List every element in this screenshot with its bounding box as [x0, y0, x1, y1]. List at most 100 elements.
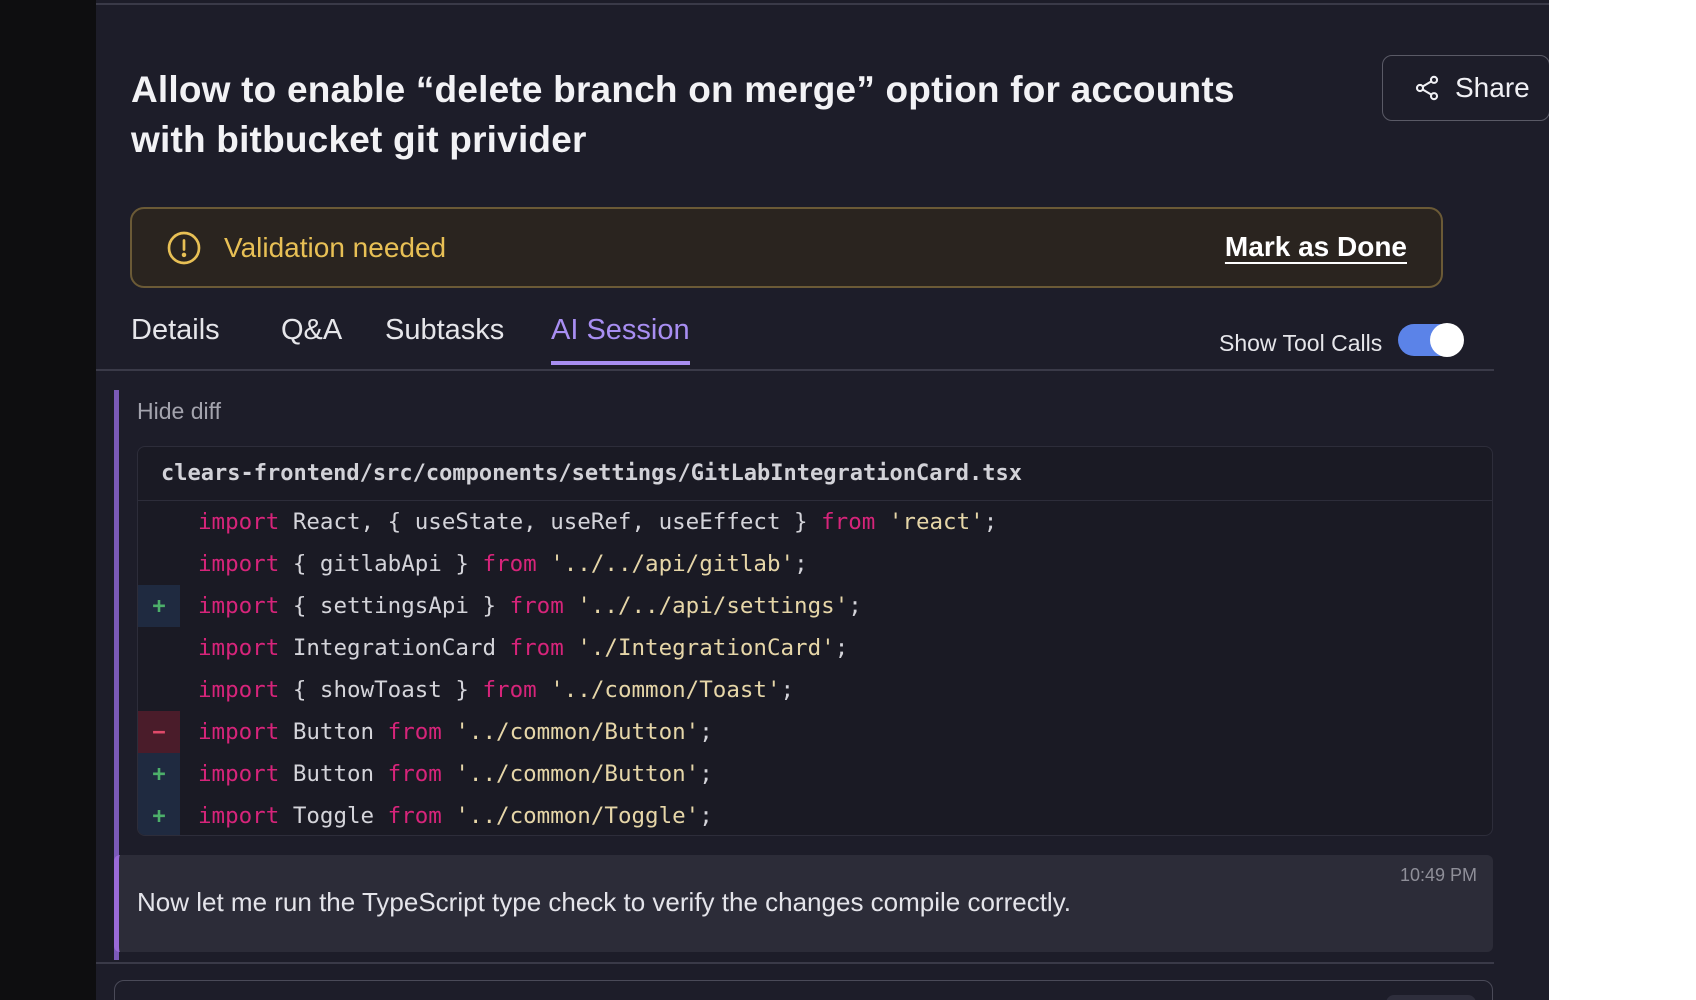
task-title: Allow to enable “delete branch on merge”…: [131, 69, 1235, 160]
code-token: from: [387, 803, 442, 829]
share-label: Share: [1455, 72, 1530, 103]
code-token: { gitlabApi }: [279, 551, 483, 577]
code-token: import: [198, 509, 280, 535]
left-sidebar-strip: [0, 0, 96, 1000]
code-token: { showToast }: [279, 677, 483, 703]
diff-line: + import Button from '../common/Button';: [138, 753, 1492, 795]
code-token: import: [198, 551, 280, 577]
code-token: import: [198, 593, 280, 619]
code-token: '../common/Toggle': [455, 803, 700, 829]
diff-line-code: import React, { useState, useRef, useEff…: [180, 509, 997, 535]
warning-icon: [166, 230, 202, 266]
agent-message: 10:49 PM Now let me run the TypeScript t…: [114, 855, 1493, 952]
code-token: ;: [699, 719, 713, 745]
code-token: from: [387, 761, 442, 787]
code-token: 'react': [888, 509, 984, 535]
code-token: { settingsApi }: [279, 593, 510, 619]
code-token: from: [509, 593, 564, 619]
show-tool-calls-label: Show Tool Calls: [1219, 330, 1383, 356]
diff-line: import { gitlabApi } from '../../api/git…: [138, 543, 1492, 585]
message-timestamp: 10:49 PM: [1399, 865, 1477, 885]
divider: [96, 962, 1494, 964]
validation-message: Validation needed: [224, 231, 447, 263]
diff-line-code: import { gitlabApi } from '../../api/git…: [180, 551, 808, 577]
diff-line-code: import { settingsApi } from '../../api/s…: [180, 593, 862, 619]
code-token: Button: [279, 719, 388, 745]
code-token: Button: [279, 761, 388, 787]
diff-line-code: import Button from '../common/Button';: [180, 719, 713, 745]
added-line-marker: +: [138, 753, 180, 795]
composer: [114, 980, 1493, 1000]
tab-qa[interactable]: Q&A: [281, 314, 342, 365]
code-token: import: [198, 677, 280, 703]
tab-details[interactable]: Details: [131, 314, 220, 365]
diff-line-code: import IntegrationCard from './Integrati…: [180, 635, 848, 661]
line-gutter: [138, 669, 180, 711]
code-token: from: [387, 719, 442, 745]
code-token: from: [482, 677, 537, 703]
code-token: import: [198, 761, 280, 787]
code-token: from: [482, 551, 537, 577]
send-button[interactable]: [1386, 995, 1476, 1000]
hide-diff-link[interactable]: Hide diff: [137, 398, 221, 425]
diff-line-code: import { showToast } from '../common/Toa…: [180, 677, 794, 703]
removed-line-marker: −: [138, 711, 180, 753]
diff-line: + import Toggle from '../common/Toggle';: [138, 795, 1492, 835]
message-text: Now let me run the TypeScript type check…: [137, 887, 1072, 917]
added-line-marker: +: [138, 795, 180, 835]
added-line-marker: +: [138, 585, 180, 627]
code-token: ;: [699, 761, 713, 787]
code-token: '../common/Button': [455, 761, 700, 787]
tab-ai-session[interactable]: AI Session: [551, 314, 690, 365]
diff-line: import { showToast } from '../common/Toa…: [138, 669, 1492, 711]
diff-line: + import { settingsApi } from '../../api/…: [138, 585, 1492, 627]
diff-line: import IntegrationCard from './Integrati…: [138, 627, 1492, 669]
code-token: ;: [780, 677, 795, 703]
code-token: from: [509, 635, 564, 661]
code-token: '../common/Toast': [550, 677, 781, 703]
diff-file-path: clears-frontend/src/components/settings/…: [138, 447, 1492, 501]
code-token: import: [198, 635, 280, 661]
code-token: IntegrationCard: [279, 635, 510, 661]
code-token: ;: [834, 635, 849, 661]
code-token: ;: [848, 593, 862, 619]
diff-line: import React, { useState, useRef, useEff…: [138, 501, 1492, 543]
share-icon: [1413, 74, 1441, 102]
toggle-knob: [1430, 323, 1464, 357]
diff-viewer: clears-frontend/src/components/settings/…: [137, 446, 1493, 836]
code-token: ;: [794, 551, 808, 577]
line-gutter: [138, 627, 180, 669]
code-token: Toggle: [279, 803, 388, 829]
diff-lines: import React, { useState, useRef, useEff…: [138, 501, 1492, 835]
task-detail-panel: Allow to enable “delete branch on merge”…: [96, 0, 1549, 1000]
diff-line-code: import Toggle from '../common/Toggle';: [180, 803, 713, 829]
code-token: import: [198, 719, 280, 745]
diff-line-code: import Button from '../common/Button';: [180, 761, 713, 787]
code-token: '../../api/settings': [577, 593, 849, 619]
code-token: React, { useState, useRef, useEffect }: [279, 509, 822, 535]
share-button[interactable]: Share: [1382, 55, 1549, 121]
line-gutter: [138, 501, 180, 543]
diff-line: − import Button from '../common/Button';: [138, 711, 1492, 753]
code-token: ;: [699, 803, 713, 829]
mark-as-done-button[interactable]: Mark as Done: [1225, 231, 1407, 263]
code-token: '../../api/gitlab': [550, 551, 795, 577]
code-token: from: [821, 509, 876, 535]
line-gutter: [138, 543, 180, 585]
show-tool-calls-toggle[interactable]: [1398, 323, 1464, 357]
divider: [96, 3, 1549, 5]
tab-subtasks[interactable]: Subtasks: [385, 314, 504, 365]
validation-banner: Validation needed Mark as Done: [130, 207, 1443, 288]
code-token: import: [198, 803, 280, 829]
code-token: '../common/Button': [455, 719, 700, 745]
message-input[interactable]: [135, 995, 1235, 1000]
code-token: ;: [983, 509, 998, 535]
